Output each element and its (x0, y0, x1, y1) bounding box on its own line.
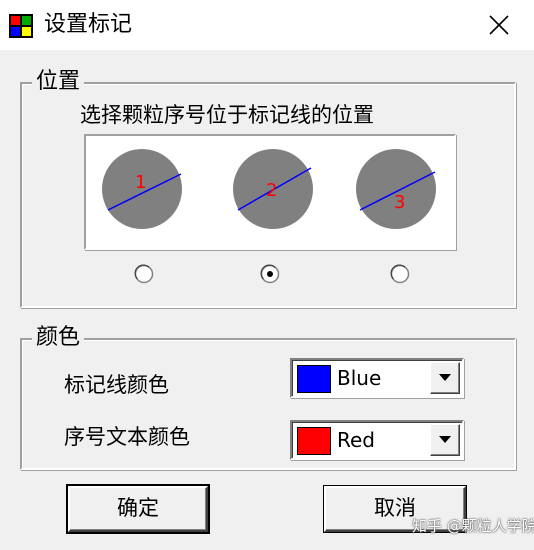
marker-line-color-label: 标记线颜色 (64, 373, 169, 397)
close-icon (489, 15, 509, 35)
particle-number-3: 3 (394, 192, 405, 213)
number-text-color-select[interactable]: Red (290, 420, 464, 460)
radio-selected-dot (267, 271, 273, 277)
blue-color-swatch (297, 365, 331, 393)
color-group-title: 颜色 (32, 325, 85, 351)
marker-line-color-value: Blue (337, 366, 382, 390)
particle-2: 2 (233, 149, 313, 229)
number-text-dropdown-button[interactable] (430, 424, 460, 456)
window-title: 设置标记 (44, 12, 133, 37)
particle-preview: 1 2 3 (84, 134, 456, 250)
number-text-color-label: 序号文本颜色 (64, 425, 190, 449)
radio-position-2[interactable] (260, 264, 280, 284)
position-instruction: 选择颗粒序号位于标记线的位置 (80, 103, 374, 127)
triangle-down-icon (439, 436, 451, 443)
title-bar: 设置标记 (0, 0, 534, 50)
particle-number-2: 2 (266, 180, 277, 201)
marker-line-dropdown-button[interactable] (430, 362, 460, 394)
app-window-icon (8, 13, 34, 39)
position-group-title: 位置 (32, 69, 85, 95)
ok-button[interactable]: 确定 (68, 486, 208, 532)
marker-line-color-select[interactable]: Blue (290, 358, 464, 398)
triangle-down-icon (439, 374, 451, 381)
close-button[interactable] (472, 0, 526, 50)
watermark-text: 知乎 @颗粒人学院 (412, 517, 534, 535)
number-text-color-value: Red (337, 428, 375, 452)
particle-1: 1 (102, 149, 182, 229)
radio-position-3[interactable] (390, 264, 410, 284)
particle-3: 3 (356, 149, 436, 229)
particle-number-1: 1 (135, 172, 146, 193)
radio-position-1[interactable] (134, 264, 154, 284)
red-color-swatch (297, 427, 331, 455)
